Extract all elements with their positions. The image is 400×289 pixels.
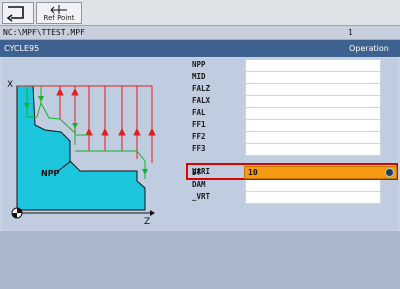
param-label-falx: FALX [192,96,211,105]
refpoint-label: Ref Point [43,14,75,22]
param-label-vari: VARI [192,167,211,176]
origin-icon [11,207,23,219]
program-path-bar: NC:\MPF\TTEST.MPF 1 [0,26,400,40]
param-label-fal: FAL [192,108,206,117]
param-label-ff2: FF2 [192,132,206,141]
param-label-vrt: _VRT [192,192,211,201]
top-toolbar: Ref Point [0,0,400,26]
operation-mode: Operation [349,44,389,53]
z-axis-label: Z [144,217,150,225]
workpiece-contour [16,85,146,211]
cycle-title-bar: CYCLE95 Operation [0,40,400,57]
program-path: NC:\MPF\TTEST.MPF [3,28,85,37]
cycle-help-graphic: X Z NPP [7,80,156,225]
bottom-panel [0,231,400,289]
param-value-vari: 10 [248,168,258,177]
refpoint-button[interactable]: Ref Point [36,2,82,24]
cycle-name: CYCLE95 [4,44,40,53]
param-label-ff1: FF1 [192,120,206,129]
channel-number: 1 [348,28,353,37]
param-field-vari[interactable]: 10 [244,166,397,179]
back-arrow-icon [6,6,24,22]
param-field-ff3[interactable] [245,143,381,156]
npp-graphic-label: NPP [41,169,60,178]
param-label-dam: DAM [192,180,206,189]
param-label-ff3: FF3 [192,144,206,153]
back-button[interactable] [2,2,34,24]
toggle-icon[interactable] [385,168,394,177]
param-label-falz: FALZ [192,84,211,93]
param-label-npp: NPP [192,60,206,69]
x-axis-label: X [7,80,13,90]
z-axis-arrow-icon [150,210,155,216]
param-label-mid: MID [192,72,206,81]
param-field-vrt[interactable] [245,191,381,204]
